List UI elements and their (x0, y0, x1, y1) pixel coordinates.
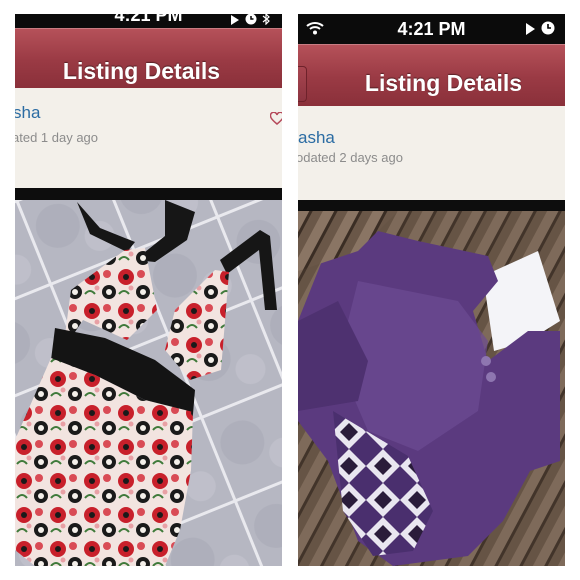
listing-info: asha odated 2 days ago (298, 106, 565, 200)
left-screenshot: 4:21 PM Listing Details sha ated 1 day a… (15, 14, 282, 566)
status-bar: 4:21 PM (15, 14, 282, 28)
listing-info: sha ated 1 day ago (15, 88, 282, 188)
purple-cardigan-photo[interactable] (298, 211, 565, 566)
navigation-bar: Listing Details (298, 44, 565, 107)
updated-time: ated 1 day ago (15, 130, 99, 145)
halter-top-image (15, 200, 282, 566)
seller-link[interactable]: asha (298, 128, 335, 148)
purple-cardigan-image (298, 211, 565, 566)
navigation-bar: Listing Details (15, 28, 282, 89)
page-title: Listing Details (364, 70, 523, 96)
updated-time: odated 2 days ago (298, 150, 403, 165)
halter-top-photo[interactable] (15, 200, 282, 566)
photo-top-border (15, 188, 282, 200)
status-icons (525, 21, 555, 40)
status-bar: 4:21 PM (298, 14, 565, 44)
heart-icon[interactable] (269, 111, 282, 131)
seller-link[interactable]: sha (15, 103, 40, 123)
photo-top-border (298, 200, 565, 211)
right-screenshot: 4:21 PM Listing Details asha odated 2 da… (298, 14, 565, 566)
back-button[interactable] (298, 66, 307, 102)
play-icon (525, 22, 536, 40)
alarm-clock-icon (541, 21, 555, 40)
page-title: Listing Details (62, 58, 221, 84)
